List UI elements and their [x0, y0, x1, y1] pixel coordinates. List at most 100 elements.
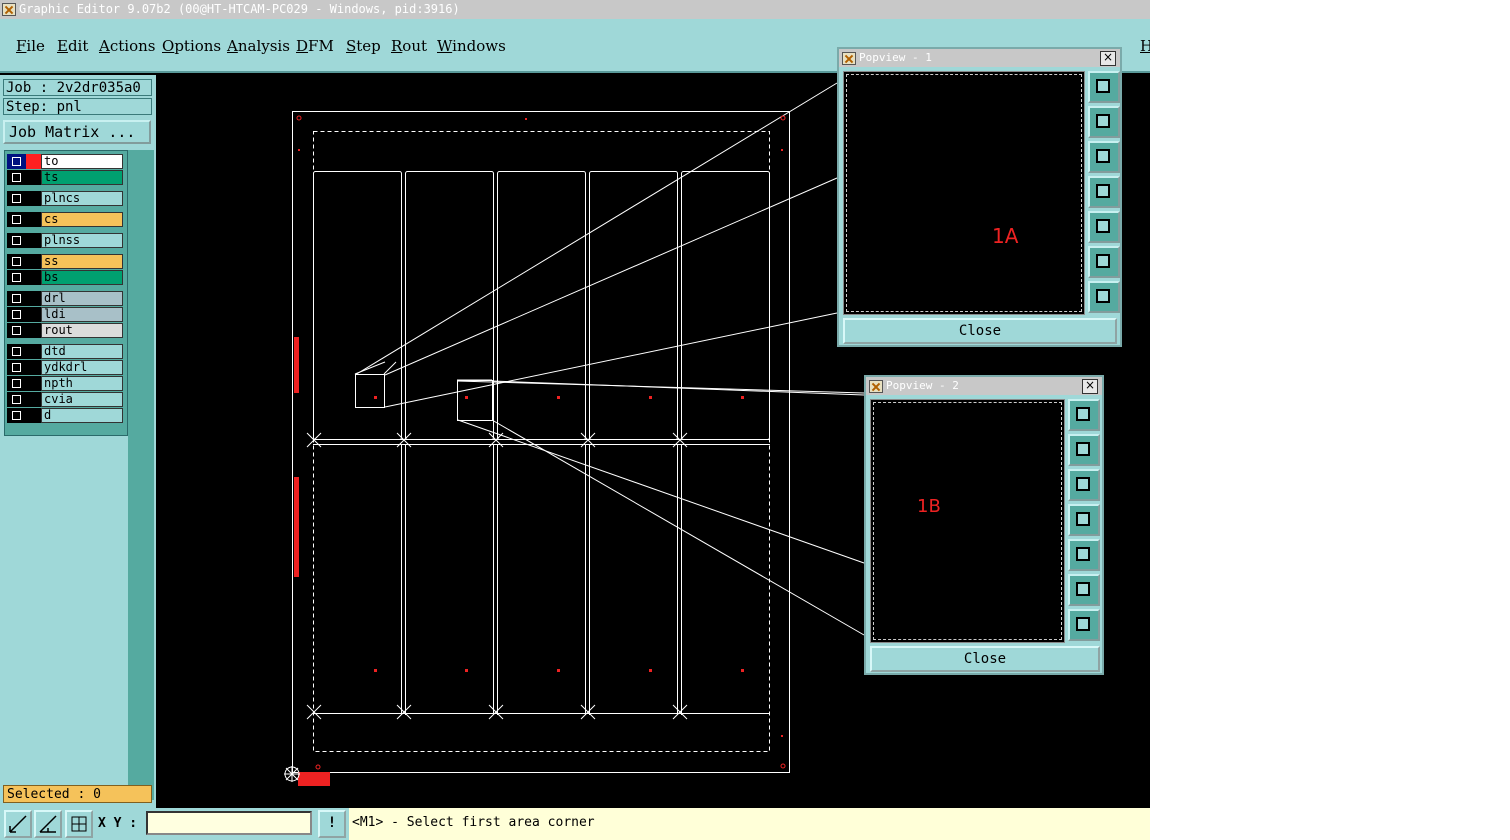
- pan-down-icon[interactable]: [1088, 141, 1120, 173]
- layer-color-swatch: [26, 360, 41, 375]
- layer-row[interactable]: ydkdrl: [7, 360, 125, 375]
- layer-name[interactable]: d: [41, 408, 123, 423]
- layer-name[interactable]: to: [41, 154, 123, 169]
- pan-right-icon[interactable]: [1068, 539, 1100, 571]
- layer-name[interactable]: rout: [41, 323, 123, 338]
- menu-options[interactable]: Options: [162, 37, 221, 55]
- close-icon[interactable]: ×: [1082, 379, 1098, 394]
- menu-rout[interactable]: Rout: [391, 37, 427, 55]
- pan-right-icon[interactable]: [1088, 211, 1120, 243]
- layer-name[interactable]: ts: [41, 170, 123, 185]
- zoom-window-icon[interactable]: [1068, 399, 1100, 431]
- job-matrix-button[interactable]: Job Matrix ...: [3, 120, 151, 144]
- layer-checkbox[interactable]: [7, 376, 26, 391]
- popview-1-close-button[interactable]: Close: [843, 318, 1117, 344]
- layer-name[interactable]: dtd: [41, 344, 123, 359]
- layer-row[interactable]: ss: [7, 254, 125, 269]
- popview-2-close-button[interactable]: Close: [870, 646, 1100, 672]
- close-icon[interactable]: ×: [1100, 51, 1116, 66]
- layer-row[interactable]: rout: [7, 323, 125, 338]
- layer-name[interactable]: ss: [41, 254, 123, 269]
- layer-checkbox[interactable]: [7, 408, 26, 423]
- popview-1-window: Popview - 1 × 1A Close: [837, 47, 1122, 347]
- measure-icon[interactable]: [34, 810, 62, 838]
- layer-name[interactable]: npth: [41, 376, 123, 391]
- layer-checkbox[interactable]: [7, 191, 26, 206]
- alert-button[interactable]: !: [318, 810, 346, 838]
- layer-checkbox[interactable]: [7, 270, 26, 285]
- popview-1-titlebar[interactable]: Popview - 1 ×: [839, 49, 1120, 67]
- zoom-home-icon[interactable]: [1068, 609, 1100, 641]
- profile-outline: [873, 402, 1062, 640]
- layer-color-swatch: [26, 323, 41, 338]
- layer-name[interactable]: ldi: [41, 307, 123, 322]
- pan-down-icon[interactable]: [1068, 469, 1100, 501]
- layer-name[interactable]: drl: [41, 291, 123, 306]
- layer-name[interactable]: plncs: [41, 191, 123, 206]
- menu-windows[interactable]: Windows: [437, 37, 506, 55]
- layer-checkbox[interactable]: [7, 154, 26, 169]
- layer-checkbox[interactable]: [7, 291, 26, 306]
- layer-row[interactable]: plnss: [7, 233, 125, 248]
- menu-edit[interactable]: Edit: [57, 37, 88, 55]
- layer-row[interactable]: plncs: [7, 191, 125, 206]
- window-title: Graphic Editor 9.07b2 (00@HT-HTCAM-PC029…: [19, 2, 460, 16]
- layer-row[interactable]: npth: [7, 376, 125, 391]
- layer-checkbox[interactable]: [7, 344, 26, 359]
- layer-color-swatch: [26, 212, 41, 227]
- menu-analysis[interactable]: Analysis: [227, 37, 290, 55]
- menu-file[interactable]: File: [16, 37, 45, 55]
- pcb-5: [681, 171, 770, 440]
- zoom-out-icon[interactable]: [1068, 574, 1100, 606]
- layer-row[interactable]: cvia: [7, 392, 125, 407]
- pan-left-icon[interactable]: [1088, 176, 1120, 208]
- layer-row[interactable]: cs: [7, 212, 125, 227]
- layer-checkbox[interactable]: [7, 392, 26, 407]
- layer-checkbox[interactable]: [7, 233, 26, 248]
- popview-2-viewport[interactable]: 1B: [870, 399, 1065, 643]
- menu-help[interactable]: H: [1140, 37, 1150, 55]
- zoom-home-icon[interactable]: [1088, 281, 1120, 313]
- layer-name[interactable]: cs: [41, 212, 123, 227]
- popview-2-titlebar[interactable]: Popview - 2 ×: [866, 377, 1102, 395]
- layer-color-swatch: [26, 307, 41, 322]
- pan-up-icon[interactable]: [1088, 106, 1120, 138]
- layer-checkbox[interactable]: [7, 323, 26, 338]
- snap-mode-icon[interactable]: [4, 810, 32, 838]
- layer-name[interactable]: cvia: [41, 392, 123, 407]
- layer-row[interactable]: ts: [7, 170, 125, 185]
- layer-color-swatch: [26, 191, 41, 206]
- layer-name[interactable]: plnss: [41, 233, 123, 248]
- menu-step[interactable]: Step: [346, 37, 381, 55]
- layer-checkbox[interactable]: [7, 307, 26, 322]
- popview-2-title: Popview - 2: [886, 379, 959, 392]
- layer-row[interactable]: dtd: [7, 344, 125, 359]
- layer-row[interactable]: drl: [7, 291, 125, 306]
- layer-checkbox[interactable]: [7, 254, 26, 269]
- pan-left-icon[interactable]: [1068, 504, 1100, 536]
- popview-icon: [842, 52, 856, 65]
- layer-checkbox[interactable]: [7, 360, 26, 375]
- layer-color-swatch: [26, 376, 41, 391]
- layer-list: to ts plncs cs plnss ss bs drl ldi rout …: [4, 150, 128, 436]
- xy-coordinate-input[interactable]: [146, 811, 312, 835]
- grid-snap-icon[interactable]: [65, 810, 93, 838]
- layer-name[interactable]: bs: [41, 270, 123, 285]
- app-icon: [2, 3, 16, 16]
- pan-up-icon[interactable]: [1068, 434, 1100, 466]
- layer-checkbox[interactable]: [7, 212, 26, 227]
- menu-actions[interactable]: Actions: [99, 37, 155, 55]
- layer-color-swatch: [26, 154, 41, 169]
- layer-row[interactable]: ldi: [7, 307, 125, 322]
- layer-row[interactable]: to: [7, 154, 125, 169]
- left-panel: Job : 2v2dr035a0 Step: pnl Job Matrix ..…: [0, 75, 156, 810]
- zoom-window-icon[interactable]: [1088, 71, 1120, 103]
- layer-name[interactable]: ydkdrl: [41, 360, 123, 375]
- zoom-out-icon[interactable]: [1088, 246, 1120, 278]
- popview-1-viewport[interactable]: 1A: [843, 71, 1085, 315]
- panel-outline: [292, 111, 790, 773]
- layer-row[interactable]: bs: [7, 270, 125, 285]
- layer-row[interactable]: d: [7, 408, 125, 423]
- menu-dfm[interactable]: DFM: [296, 37, 334, 55]
- layer-checkbox[interactable]: [7, 170, 26, 185]
